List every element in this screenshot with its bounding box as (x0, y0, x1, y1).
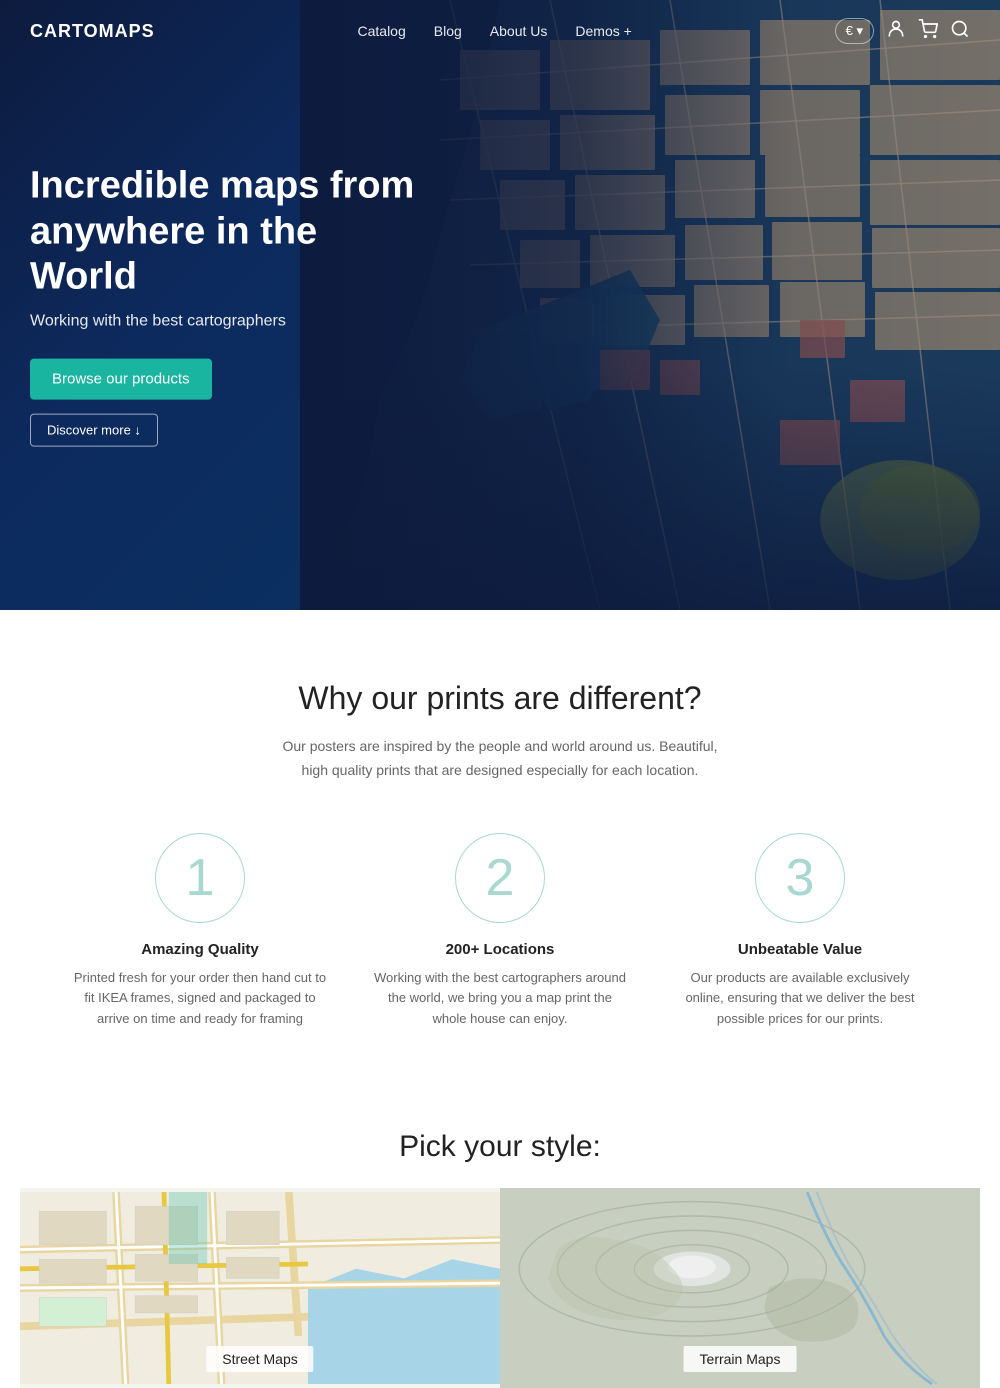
cart-icon[interactable] (918, 19, 938, 44)
pick-title: Pick your style: (20, 1130, 980, 1164)
feature-quality: 1 Amazing Quality Printed fresh for your… (50, 833, 350, 1030)
search-icon[interactable] (950, 19, 970, 44)
pick-grid: Street Maps (20, 1188, 980, 1388)
discover-more-button[interactable]: Discover more ↓ (30, 413, 158, 446)
why-description: Our posters are inspired by the people a… (275, 735, 725, 783)
street-maps-card[interactable]: Street Maps (20, 1188, 500, 1388)
feature-title-2: 200+ Locations (370, 941, 630, 958)
why-section: Why our prints are different? Our poster… (0, 610, 1000, 1080)
feature-desc-1: Printed fresh for your order then hand c… (70, 968, 330, 1030)
nav-links: Catalog Blog About Us Demos + (358, 23, 632, 39)
hero-content: Incredible maps from anywhere in the Wor… (30, 164, 430, 447)
street-maps-label: Street Maps (206, 1346, 313, 1372)
feature-value: 3 Unbeatable Value Our products are avai… (650, 833, 950, 1030)
nav-demos[interactable]: Demos + (575, 23, 631, 39)
hero-title: Incredible maps from anywhere in the Wor… (30, 164, 430, 301)
nav-about[interactable]: About Us (490, 23, 548, 39)
terrain-maps-card[interactable]: Terrain Maps (500, 1188, 980, 1388)
account-icon[interactable] (886, 19, 906, 44)
pick-style-section: Pick your style: (0, 1080, 1000, 1388)
hero-section: Incredible maps from anywhere in the Wor… (0, 0, 1000, 610)
feature-title-1: Amazing Quality (70, 941, 330, 958)
feature-number-1: 1 (155, 833, 245, 923)
feature-locations: 2 200+ Locations Working with the best c… (350, 833, 650, 1030)
navigation: CARTOMAPS Catalog Blog About Us Demos + … (0, 0, 1000, 62)
feature-desc-3: Our products are available exclusively o… (670, 968, 930, 1030)
feature-title-3: Unbeatable Value (670, 941, 930, 958)
browse-products-button[interactable]: Browse our products (30, 358, 212, 399)
currency-selector[interactable]: € ▾ (835, 18, 874, 44)
features-row: 1 Amazing Quality Printed fresh for your… (40, 833, 960, 1030)
terrain-maps-label: Terrain Maps (684, 1346, 797, 1372)
feature-desc-2: Working with the best cartographers arou… (370, 968, 630, 1030)
feature-number-2: 2 (455, 833, 545, 923)
nav-catalog[interactable]: Catalog (358, 23, 406, 39)
why-title: Why our prints are different? (40, 680, 960, 717)
nav-right: € ▾ (835, 18, 970, 44)
hero-subtitle: Working with the best cartographers (30, 312, 430, 330)
nav-blog[interactable]: Blog (434, 23, 462, 39)
nav-logo[interactable]: CARTOMAPS (30, 21, 155, 42)
feature-number-3: 3 (755, 833, 845, 923)
